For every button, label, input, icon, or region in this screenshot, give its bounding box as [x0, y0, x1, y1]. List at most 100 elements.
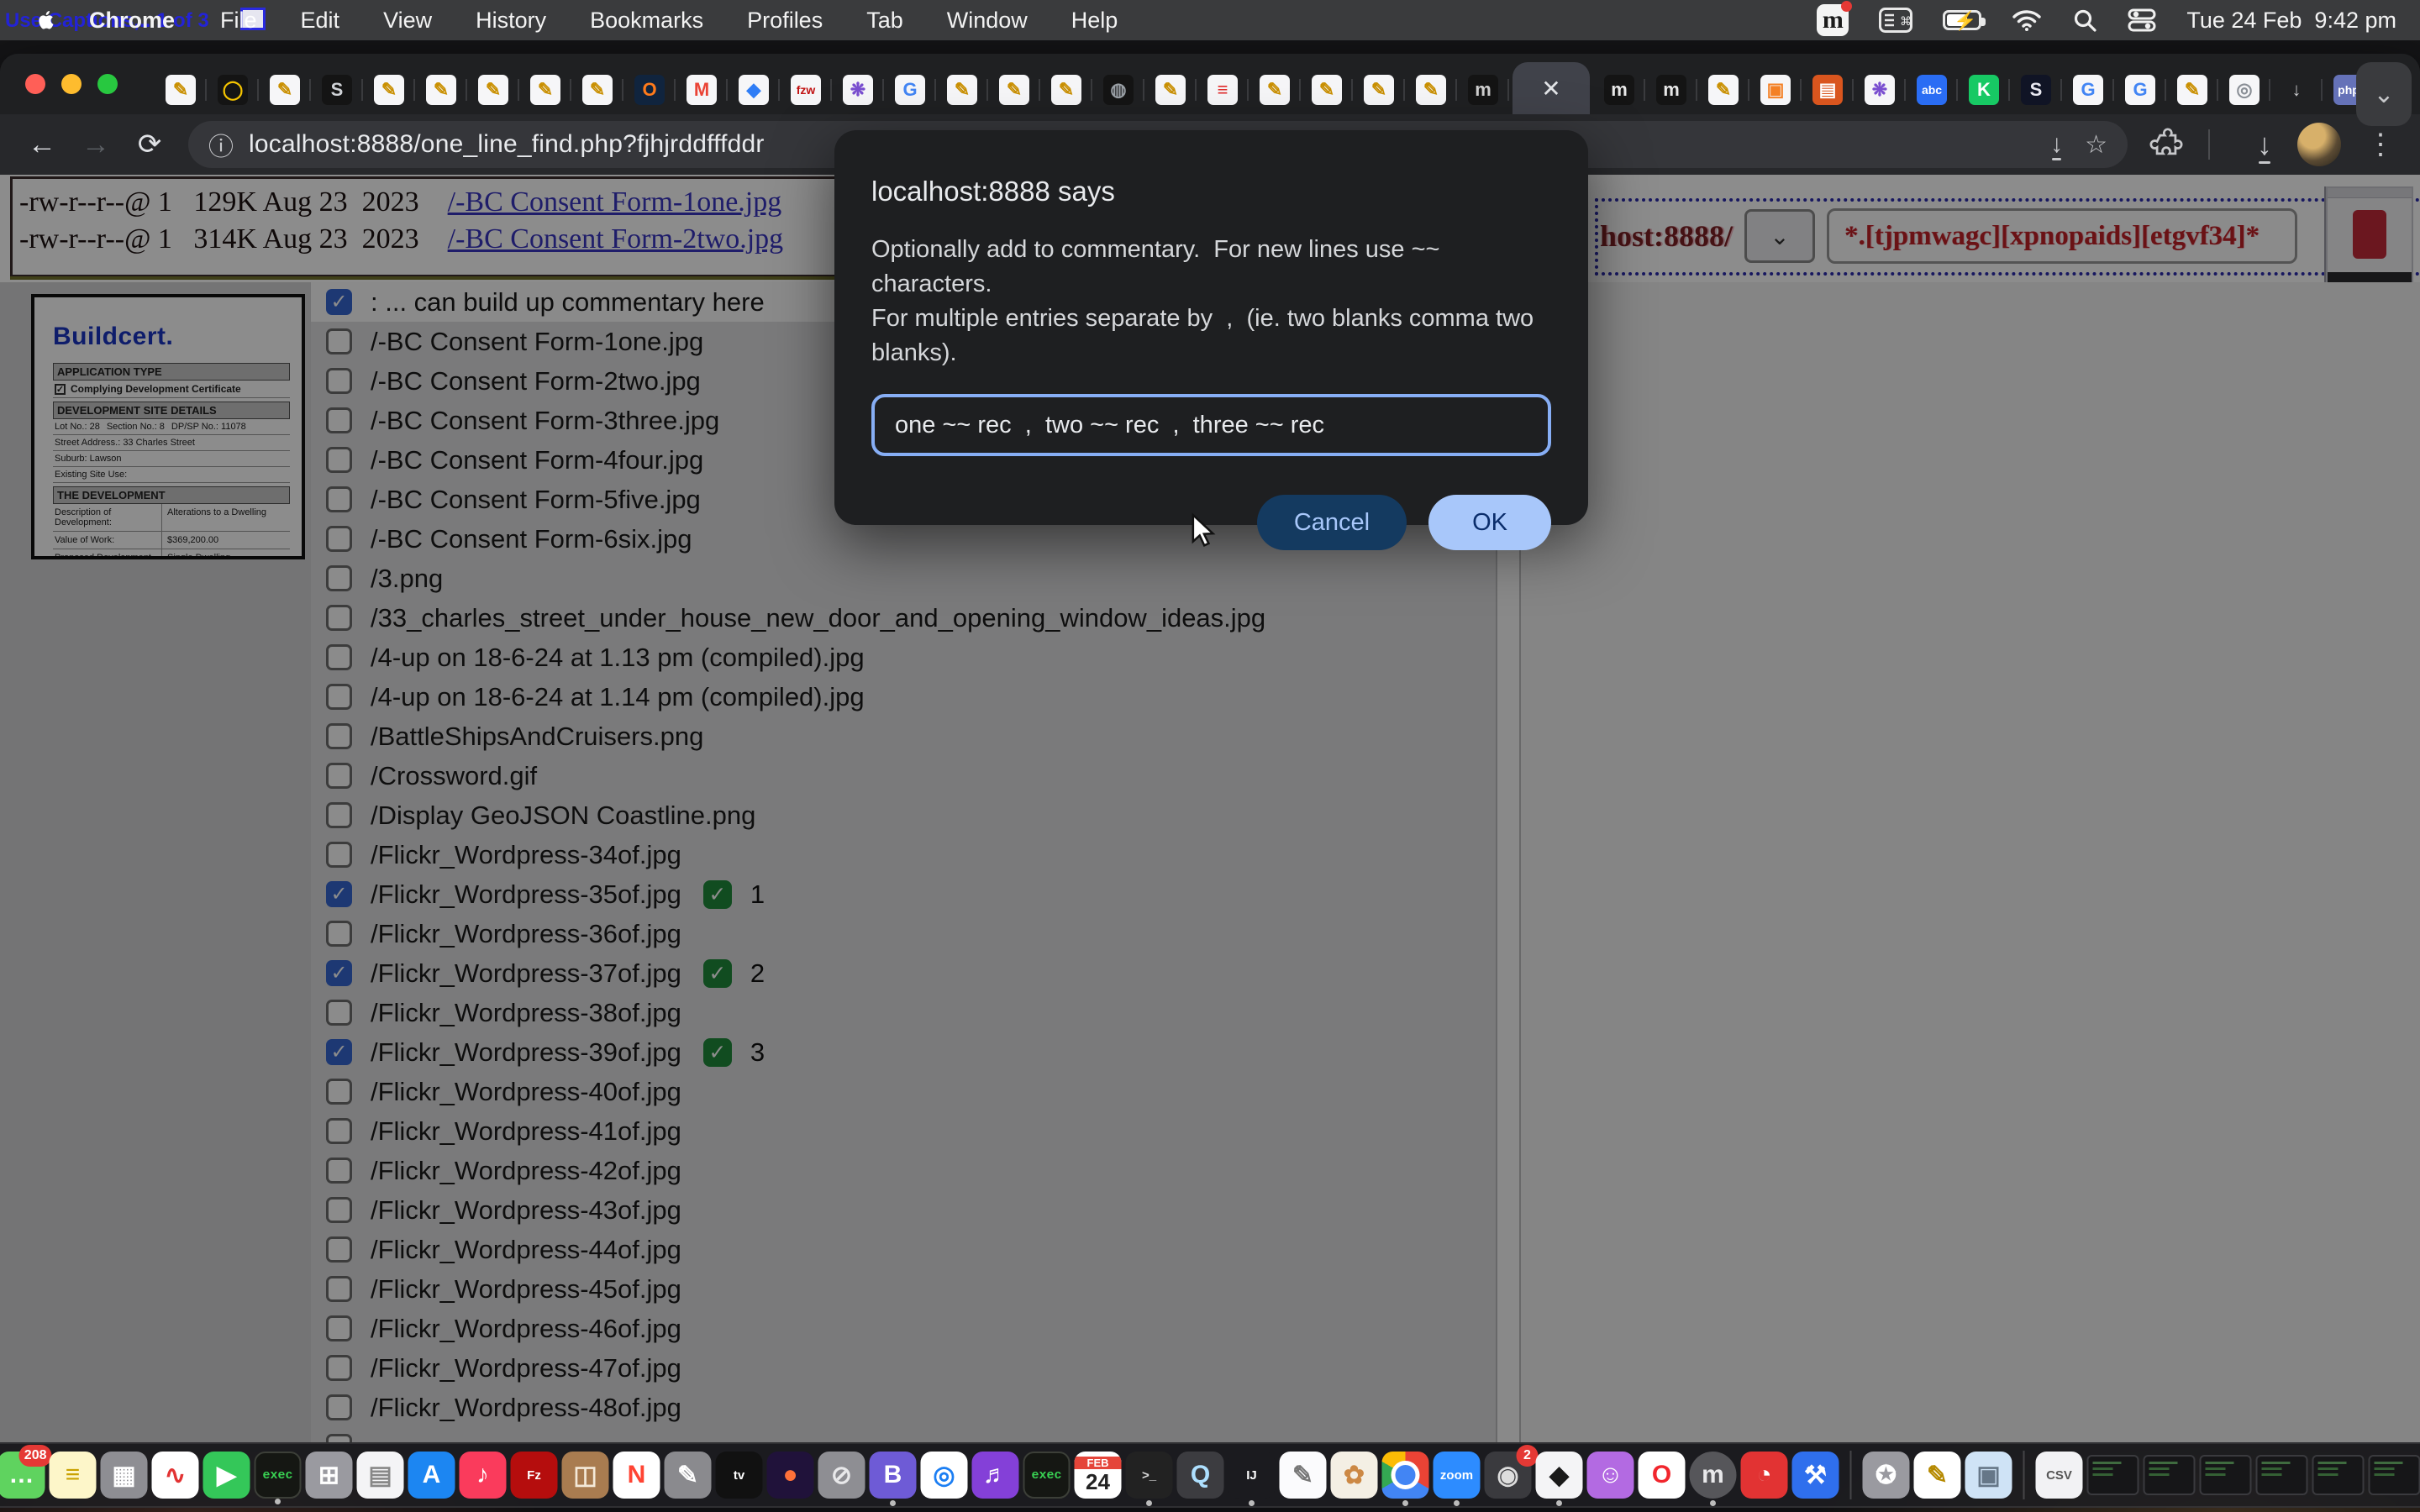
minimized-terminal-window[interactable] — [2312, 1455, 2365, 1495]
globe-tab[interactable]: ◍ — [1092, 66, 1144, 114]
minimized-terminal-window[interactable] — [2087, 1455, 2139, 1495]
menubar-m-app-icon[interactable]: m — [1817, 4, 1849, 36]
menu-item-bookmarks[interactable]: Bookmarks — [568, 0, 725, 40]
mamp-gray-tab[interactable]: m — [1457, 66, 1509, 114]
dialog-text-input[interactable] — [871, 394, 1551, 456]
sheet-doc-tab[interactable]: ✎ — [259, 66, 311, 114]
sheet-doc-tab[interactable]: ✎ — [363, 66, 415, 114]
orange-book-tab[interactable]: ▤ — [1802, 66, 1854, 114]
google-tab[interactable]: G — [884, 66, 936, 114]
google-tab[interactable]: G — [2114, 66, 2166, 114]
contacts-dock-icon[interactable]: ◫ — [562, 1452, 609, 1499]
menu-item-tab[interactable]: Tab — [844, 0, 925, 40]
download-tab[interactable]: ↓ — [2270, 66, 2323, 114]
menu-item-file[interactable]: File — [198, 0, 279, 40]
quicktime-dock-icon[interactable]: Q — [1177, 1452, 1224, 1499]
minimized-terminal-window[interactable] — [2369, 1455, 2420, 1495]
mamp-gray-tab[interactable]: m — [1645, 66, 1697, 114]
menu-item-edit[interactable]: Edit — [279, 0, 362, 40]
exec-terminal-dock-icon[interactable]: exec — [1023, 1452, 1071, 1499]
cancel-button[interactable]: Cancel — [1257, 495, 1407, 550]
sheet-doc-tab[interactable]: ✎ — [1040, 66, 1092, 114]
close-window-button[interactable] — [25, 74, 45, 94]
firefox-dock-icon[interactable]: ● — [767, 1452, 814, 1499]
stackoverflow-tab[interactable]: ▣ — [1749, 66, 1802, 114]
sheet-doc-tab[interactable]: ✎ — [1405, 66, 1457, 114]
wave-app-dock-icon[interactable]: ∿ — [152, 1452, 199, 1499]
blue-diamond-tab[interactable]: ◆ — [728, 66, 780, 114]
k-green-tab[interactable]: K — [1958, 66, 2010, 114]
google-circle-tab[interactable]: G — [2062, 66, 2114, 114]
menu-item-help[interactable]: Help — [1050, 0, 1140, 40]
minimized-terminal-window[interactable] — [2256, 1455, 2308, 1495]
sheet-doc-tab[interactable]: ✎ — [571, 66, 623, 114]
menu-app-name[interactable]: Chrome — [66, 0, 198, 40]
battery-icon[interactable]: ⚡ — [1943, 10, 1981, 30]
o-orange-tab[interactable]: O — [623, 66, 676, 114]
s-script-tab[interactable]: S — [2010, 66, 2062, 114]
menu-item-profiles[interactable]: Profiles — [725, 0, 844, 40]
calendar-dock-icon[interactable]: FEB24 — [1075, 1452, 1122, 1499]
wifi-icon[interactable] — [2012, 8, 2042, 32]
zoom-window-button[interactable] — [97, 74, 118, 94]
menu-item-history[interactable]: History — [454, 0, 568, 40]
notes-dock-icon[interactable]: ≡ — [50, 1452, 97, 1499]
menu-item-view[interactable]: View — [361, 0, 454, 40]
calculator-dock-icon[interactable]: ⊞ — [306, 1452, 353, 1499]
keyboard-switcher-icon[interactable]: ⌘ — [1879, 8, 1912, 33]
active-tab[interactable]: ✕ — [1512, 62, 1590, 114]
music-dock-icon[interactable]: ♪ — [460, 1452, 507, 1499]
libreoffice-dock-icon[interactable]: ▤ — [357, 1452, 404, 1499]
sheet-doc-tab[interactable]: ✎ — [936, 66, 988, 114]
reload-button[interactable]: ⟳ — [126, 121, 173, 168]
forward-button[interactable]: → — [72, 121, 119, 168]
facetime-dock-icon[interactable]: ▶ — [203, 1452, 250, 1499]
site-info-icon[interactable]: ⓘ — [208, 126, 234, 163]
filezilla-dock-icon[interactable]: Fz — [511, 1452, 558, 1499]
safari-dock-icon[interactable]: ◎ — [921, 1452, 968, 1499]
mamp-dock-icon[interactable]: m — [1690, 1452, 1737, 1499]
control-center-icon[interactable] — [2128, 8, 2156, 33]
yellow-ring-tab[interactable]: ◯ — [207, 66, 259, 114]
minimize-window-button[interactable] — [61, 74, 82, 94]
minimized-terminal-window[interactable] — [2144, 1455, 2196, 1495]
fzw-tab[interactable]: fzw — [780, 66, 832, 114]
sheet-doc-tab[interactable]: ✎ — [1144, 66, 1197, 114]
paint-palette-dock-icon[interactable]: ✿ — [1331, 1452, 1378, 1499]
textedit-dock-icon[interactable]: ✎ — [1280, 1452, 1327, 1499]
gmail-tab[interactable]: M — [676, 66, 728, 114]
terminal-dock-icon[interactable]: >_ — [1126, 1452, 1173, 1499]
launchpad-dock-icon[interactable]: ▦ — [101, 1452, 148, 1499]
app-store-dock-icon[interactable]: A — [408, 1452, 455, 1499]
chrome-gray-tab[interactable]: ◎ — [2218, 66, 2270, 114]
bookmark-star-icon[interactable]: ☆ — [2085, 130, 2107, 160]
back-button[interactable]: ← — [18, 121, 66, 168]
menubar-clock[interactable]: Tue 24 Feb 9:42 pm — [2186, 8, 2396, 34]
sheet-doc-tab[interactable]: ✎ — [988, 66, 1040, 114]
minimized-terminal-window[interactable] — [2200, 1455, 2252, 1495]
prohibited-app-dock-icon[interactable]: ⊘ — [818, 1452, 865, 1499]
camera-app-dock-icon[interactable]: ◉2 — [1485, 1452, 1532, 1499]
profile-avatar[interactable] — [2297, 123, 2341, 166]
podcasts-dock-icon[interactable]: ♬ — [972, 1452, 1019, 1499]
sheet-doc-tab[interactable]: ✎ — [1353, 66, 1405, 114]
abc-tab[interactable]: abc — [1906, 66, 1958, 114]
red-stripes-tab[interactable]: ≡ — [1197, 66, 1249, 114]
sheet-doc-tab[interactable]: ✎ — [519, 66, 571, 114]
omnibox-download-icon[interactable]: ↓ — [2050, 130, 2063, 159]
messages-dock-icon[interactable]: …208 — [0, 1452, 45, 1499]
speedometer-app-dock-icon[interactable]: ◔ — [1741, 1452, 1788, 1499]
opera-dock-icon[interactable]: O — [1639, 1452, 1686, 1499]
sheet-doc-tab[interactable]: ✎ — [415, 66, 467, 114]
apple-tv-dock-icon[interactable]: tv — [716, 1452, 763, 1499]
csv-file-dock-icon[interactable]: CSV — [2036, 1452, 2083, 1499]
exec-terminal-dock-icon[interactable]: exec — [255, 1452, 302, 1499]
xcode-dock-icon[interactable]: ⚒ — [1792, 1452, 1839, 1499]
sheet-doc-tab[interactable]: ✎ — [1697, 66, 1749, 114]
close-tab-icon[interactable]: ✕ — [1541, 75, 1560, 102]
sheet-doc-tab[interactable]: ✎ — [155, 66, 207, 114]
chrome-dock-icon[interactable] — [1382, 1452, 1429, 1499]
extensions-puzzle-icon[interactable] — [2149, 128, 2183, 161]
apple-menu-icon[interactable] — [27, 8, 66, 33]
intellij-dock-icon[interactable]: IJ — [1228, 1452, 1276, 1499]
